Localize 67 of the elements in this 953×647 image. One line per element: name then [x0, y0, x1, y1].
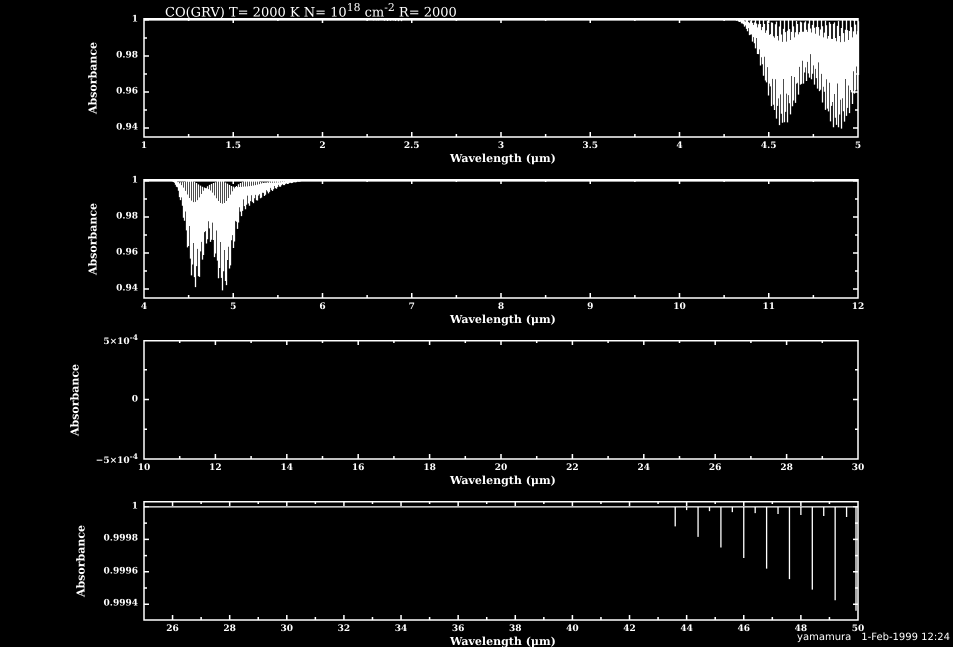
tick-label: 5: [854, 141, 862, 152]
tick-label: 46: [737, 624, 750, 635]
tick-label: 3: [498, 141, 504, 152]
tick-label: 0.94: [116, 122, 138, 134]
tick-label: 50: [852, 624, 864, 634]
tick-label: 9: [587, 302, 594, 313]
tick-label: 0.94: [116, 284, 138, 294]
axis-title: Wavelength (μm): [450, 474, 556, 487]
axis-title: Absorbance: [74, 524, 88, 598]
tick-label: 1: [132, 501, 138, 512]
timestamp: 1-Feb-1999 12:24: [861, 632, 950, 644]
tick-label: 48: [794, 624, 808, 634]
tick-label: 18: [423, 463, 436, 474]
author-name: yamamura: [797, 632, 852, 644]
tick-label: 3.5: [582, 141, 598, 152]
tick-label: 0.9998: [104, 534, 138, 545]
tick-label: 42: [623, 624, 636, 635]
tick-label: 2.5: [404, 141, 420, 152]
tick-label: 10: [138, 463, 150, 474]
tick-label: 34: [394, 624, 408, 635]
tick-label: 1: [140, 141, 148, 152]
axis-title: Wavelength (μm): [450, 152, 556, 165]
tick-label: 36: [452, 624, 464, 635]
tick-label: 7: [408, 302, 415, 313]
tick-label: 26: [708, 463, 722, 474]
chart-title: CO(GRV) T= 2000 K N= 10$^{18}$ cm$^{-2}$ R= 2000: [165, 0, 457, 22]
tick-label: 40: [566, 624, 579, 635]
tick-label: 44: [680, 624, 693, 635]
tick-label: 0.98: [116, 50, 138, 62]
tick-label: 5: [230, 302, 236, 313]
tick-label: 16: [352, 463, 364, 474]
axis-title: Absorbance: [68, 364, 82, 436]
tick-label: 24: [638, 463, 650, 474]
tick-label: 5×10$^{-4}$: [103, 332, 138, 348]
tick-label: 12: [209, 463, 222, 474]
tick-label: 30: [280, 624, 294, 635]
tick-label: 1: [132, 176, 138, 186]
tick-label: 1: [132, 14, 138, 26]
tick-label: 4: [140, 302, 148, 313]
tick-label: 6: [319, 302, 326, 313]
tick-label: 30: [852, 463, 864, 474]
axis-title: Absorbance: [86, 42, 100, 114]
tick-label: −5×10$^{-4}$: [96, 451, 138, 467]
tick-label: 11: [762, 302, 776, 313]
tick-label: 20: [494, 463, 508, 474]
tick-label: 8: [498, 302, 504, 313]
tick-label: 0.96: [116, 248, 138, 258]
axis-title: Wavelength (μm): [450, 313, 556, 326]
tick-label: 32: [338, 624, 350, 635]
axis-title: Absorbance: [86, 202, 100, 276]
tick-label: 0.98: [116, 212, 138, 222]
tick-label: 28: [780, 463, 793, 474]
tick-label: 0: [132, 394, 138, 405]
tick-label: 12: [852, 302, 864, 313]
tick-label: 10: [673, 302, 686, 313]
tick-label: 0.9996: [104, 566, 138, 578]
tick-label: 0.9994: [104, 598, 138, 610]
tick-label: 4: [676, 141, 683, 152]
tick-label: 1.5: [225, 141, 242, 152]
tick-label: 2: [319, 141, 326, 152]
tick-label: 14: [280, 463, 294, 474]
tick-label: 4.5: [760, 141, 777, 152]
tick-label: 28: [223, 624, 236, 635]
tick-label: 26: [166, 624, 179, 635]
tick-label: 0.96: [116, 86, 138, 98]
tick-label: 38: [509, 624, 522, 635]
tick-label: 22: [566, 463, 579, 474]
